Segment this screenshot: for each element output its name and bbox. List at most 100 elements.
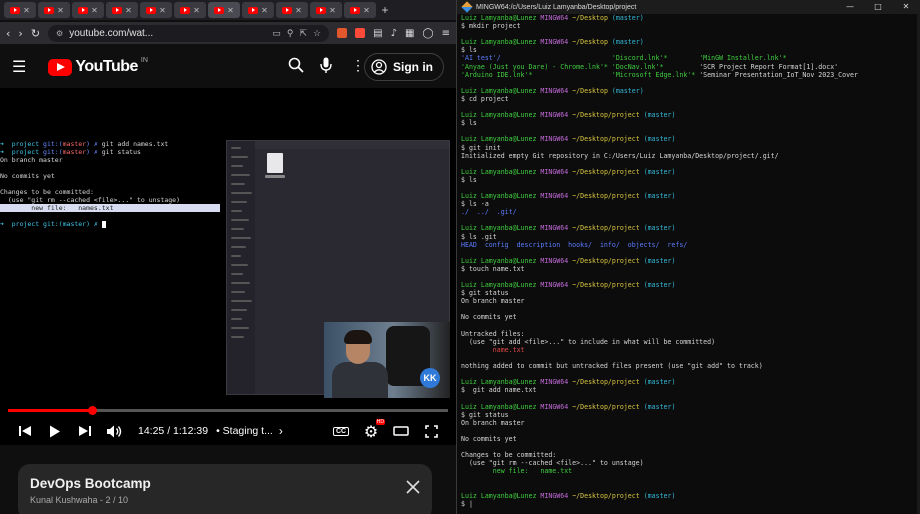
- terminal-path: ~/Desktop: [572, 38, 608, 47]
- tab-close-icon[interactable]: ✕: [125, 6, 132, 15]
- theater-mode-button[interactable]: [386, 426, 416, 436]
- video-player[interactable]: ➜ project git:(master) ✗ git add names.t…: [0, 88, 456, 445]
- chapter-chevron-icon[interactable]: ›: [279, 424, 283, 438]
- tab-close-icon[interactable]: ✕: [91, 6, 98, 15]
- previous-button[interactable]: [10, 425, 40, 437]
- tab-close-icon[interactable]: ✕: [261, 6, 268, 15]
- back-button[interactable]: ‹: [6, 27, 10, 40]
- captions-button[interactable]: CC: [326, 426, 356, 436]
- timecode: 14:25 / 1:12:39: [138, 425, 209, 437]
- bookmark-icon[interactable]: ☆: [313, 28, 321, 39]
- browser-tab[interactable]: ✕: [208, 2, 240, 18]
- settings-button[interactable]: ⚙ HD: [356, 418, 386, 441]
- browser-tab[interactable]: ✕: [106, 2, 138, 18]
- youtube-tab-icon: [146, 6, 157, 14]
- tab-close-icon[interactable]: ✕: [193, 6, 200, 15]
- terminal-line: $ ls: [461, 46, 477, 55]
- sign-in-button[interactable]: Sign in: [364, 53, 444, 81]
- terminal-user: Luiz Lamyanba@Lunez: [461, 86, 537, 95]
- youtube-logo[interactable]: YouTube IN: [48, 57, 148, 76]
- terminal-line: On branch master: [461, 297, 525, 306]
- browser-tab[interactable]: ✕: [72, 2, 104, 18]
- tab-close-icon[interactable]: ✕: [57, 6, 64, 15]
- wallet-icon[interactable]: ▦: [405, 28, 414, 39]
- playlist-title[interactable]: DevOps Bootcamp: [30, 476, 420, 491]
- forward-button[interactable]: ›: [18, 27, 22, 40]
- playlist-panel[interactable]: DevOps Bootcamp Kunal Kushwaha - 2 / 10: [18, 464, 432, 514]
- tab-close-icon[interactable]: ✕: [329, 6, 336, 15]
- video-terminal-line: (use "git rm --cached <file>..." to unst…: [0, 196, 181, 204]
- terminal-line: $ ls: [461, 119, 477, 128]
- video-command: git add names.txt: [101, 140, 169, 148]
- terminal-line: Luiz Lamyanba@Lunez MINGW64 ~/Desktop/pr…: [461, 192, 918, 200]
- brave-shield-icon[interactable]: [337, 28, 348, 38]
- account-icon: [371, 59, 387, 75]
- video-git-label: git:(: [43, 148, 63, 156]
- minimize-button[interactable]: —: [836, 0, 864, 14]
- chapter-title[interactable]: • Staging t...: [216, 425, 273, 437]
- sidebar-toggle-icon[interactable]: ▤: [373, 28, 382, 39]
- tab-close-icon[interactable]: ✕: [295, 6, 302, 15]
- tab-close-icon[interactable]: ✕: [227, 6, 234, 15]
- volume-icon[interactable]: [100, 425, 130, 438]
- new-tab-button[interactable]: +: [378, 3, 392, 17]
- terminal-ls-entry: 'DocNav.lnk'*: [611, 62, 700, 71]
- tab-close-icon[interactable]: ✕: [159, 6, 166, 15]
- terminal-line: Luiz Lamyanba@Lunez MINGW64 ~/Desktop/pr…: [461, 168, 918, 176]
- terminal-line: (use "git rm --cached <file>..." to unst…: [461, 459, 644, 468]
- play-button[interactable]: [40, 425, 70, 438]
- fullscreen-button[interactable]: [416, 424, 446, 438]
- progress-scrubber[interactable]: [87, 406, 97, 415]
- cast-icon[interactable]: ▭: [272, 28, 281, 39]
- rewards-icon[interactable]: [355, 28, 366, 38]
- sidebar-entry: [231, 228, 244, 230]
- progress-bar[interactable]: [8, 406, 448, 415]
- sidebar-entry: [231, 201, 247, 203]
- reload-button[interactable]: ↻: [31, 27, 40, 40]
- close-window-button[interactable]: ✕: [892, 0, 920, 14]
- browser-tab[interactable]: ✕: [4, 2, 36, 18]
- video-terminal-line: [0, 164, 220, 172]
- browser-tab[interactable]: ✕: [174, 2, 206, 18]
- zoom-icon[interactable]: ⚲: [287, 28, 294, 39]
- browser-tab[interactable]: ✕: [242, 2, 274, 18]
- playlist-subtitle: Kunal Kushwaha - 2 / 10: [30, 495, 129, 505]
- terminal-branch: (master): [643, 192, 676, 201]
- browser-tab[interactable]: ✕: [38, 2, 70, 18]
- microphone-icon[interactable]: [320, 57, 332, 79]
- browser-tab[interactable]: ✕: [310, 2, 342, 18]
- terminal-user: Luiz Lamyanba@Lunez: [461, 14, 537, 22]
- hamburger-menu-icon[interactable]: ☰: [12, 57, 26, 77]
- share-icon[interactable]: ⇱: [299, 28, 307, 39]
- next-button[interactable]: [70, 425, 100, 437]
- video-branch: master: [62, 140, 87, 148]
- browser-tab[interactable]: ✕: [344, 2, 376, 18]
- terminal-ls-entry: 'AI test'/: [461, 54, 612, 63]
- sidebar-entry: [231, 246, 246, 248]
- terminal-user: Luiz Lamyanba@Lunez: [461, 402, 537, 411]
- extensions-icon[interactable]: ♪: [391, 28, 397, 39]
- more-options-icon[interactable]: ⋮: [351, 57, 365, 74]
- close-icon[interactable]: [406, 480, 420, 499]
- maximize-button[interactable]: □: [864, 0, 892, 14]
- search-icon[interactable]: [288, 57, 304, 78]
- tab-close-icon[interactable]: ✕: [363, 6, 370, 15]
- menu-icon[interactable]: ≡: [442, 28, 450, 39]
- tab-close-icon[interactable]: ✕: [23, 6, 30, 15]
- browser-tab[interactable]: ✕: [276, 2, 308, 18]
- site-info-icon[interactable]: ⚙: [56, 29, 63, 38]
- terminal-line: Luiz Lamyanba@Lunez MINGW64 ~/Desktop/pr…: [461, 403, 918, 411]
- vpn-icon[interactable]: ◯: [422, 28, 433, 39]
- terminal-user: Luiz Lamyanba@Lunez: [461, 135, 537, 144]
- terminal-window[interactable]: MINGW64:/c/Users/Luiz Lamyanba/Desktop/p…: [456, 0, 920, 514]
- browser-tab[interactable]: ✕: [140, 2, 172, 18]
- sidebar-entry: [231, 273, 243, 275]
- terminal-output[interactable]: Luiz Lamyanba@Lunez MINGW64 ~/Desktop (m…: [461, 14, 918, 514]
- video-terminal-line: On branch master: [0, 156, 63, 164]
- url-field[interactable]: ⚙ youtube.com/wat... ▭ ⚲ ⇱ ☆: [48, 24, 330, 42]
- terminal-ls-entry: 'SCR Project Report Format[1].docx': [699, 62, 839, 71]
